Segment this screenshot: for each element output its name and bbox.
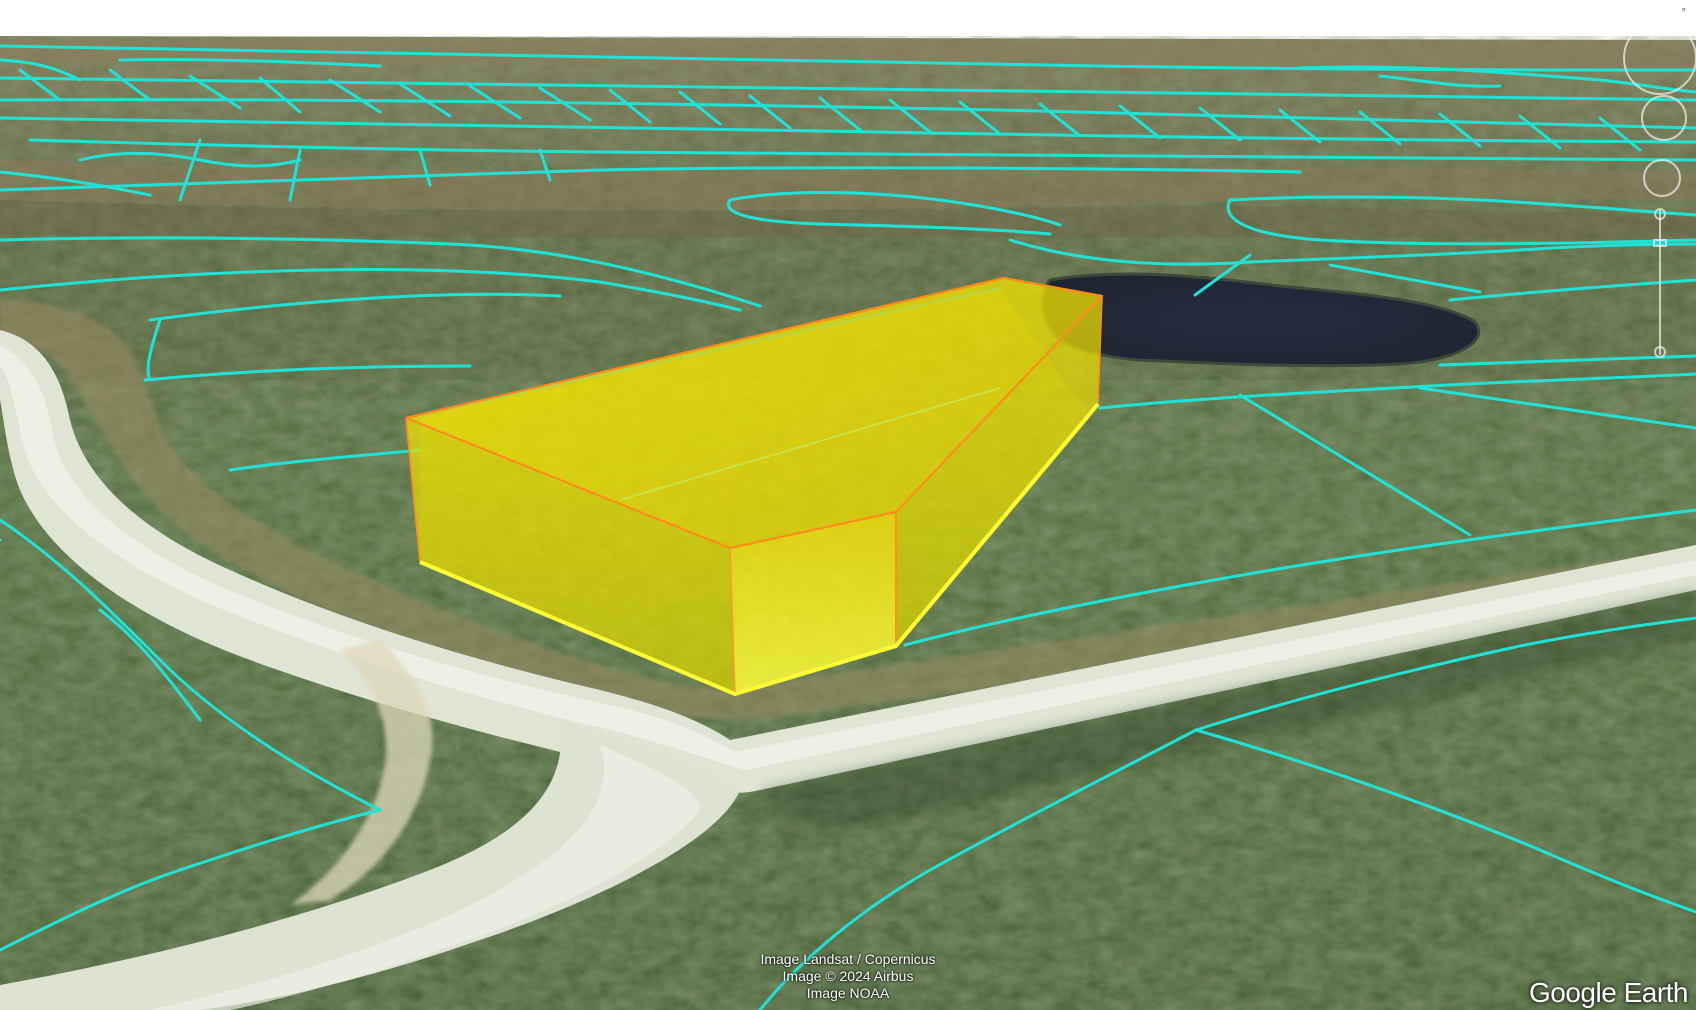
svg-text:ⁿ: ⁿ xyxy=(1682,6,1686,17)
map-viewport[interactable]: ⁿ Image Landsat / Copernicus Image © 202… xyxy=(0,0,1696,1010)
earth-3d-view[interactable]: ⁿ xyxy=(0,0,1696,1010)
google-earth-logo: Google Earth xyxy=(1529,977,1689,1008)
